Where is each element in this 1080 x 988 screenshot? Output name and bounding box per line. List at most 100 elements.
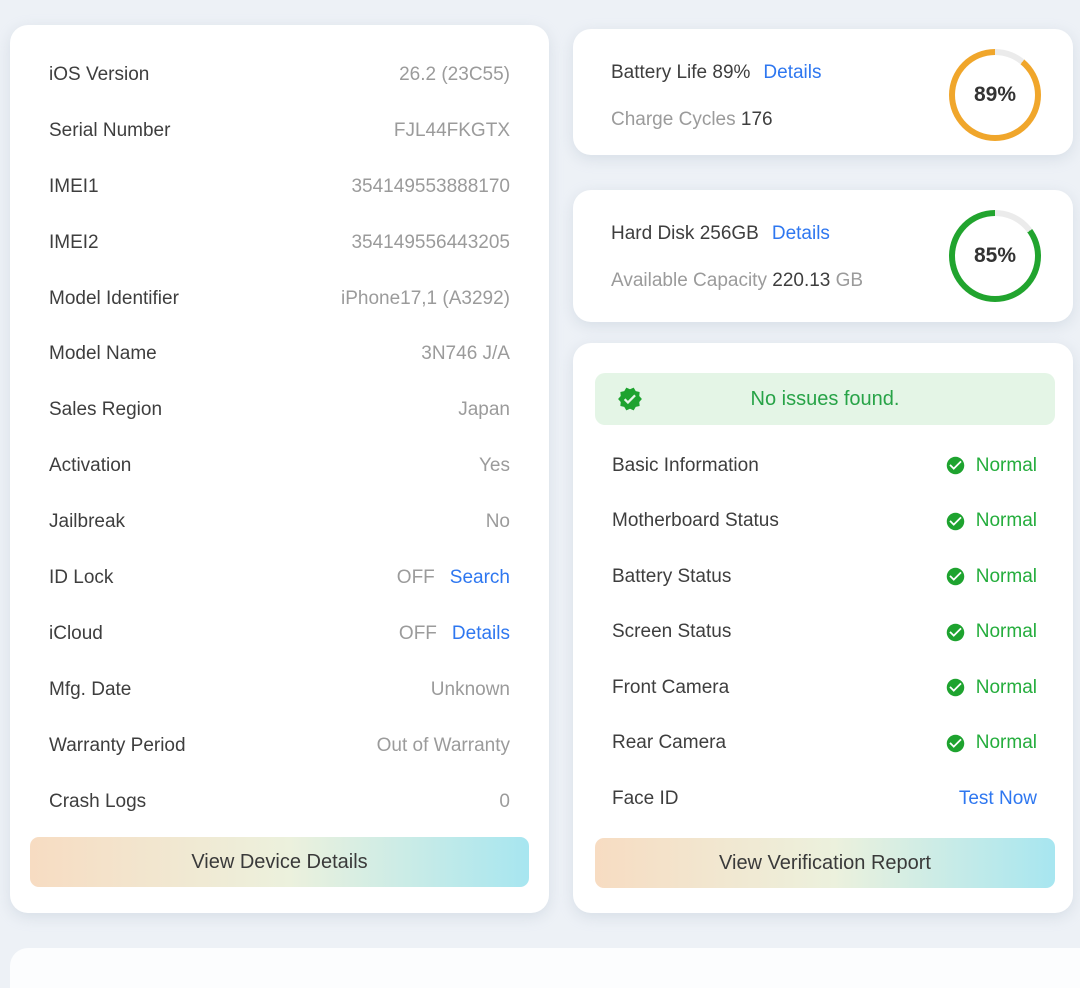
verify-status-text: Normal: [976, 732, 1037, 754]
verify-status-text: Normal: [976, 455, 1037, 477]
check-circle-icon: [945, 511, 966, 532]
verify-row-front-camera: Front Camera Normal: [573, 660, 1073, 716]
disk-ring-label: 85%: [955, 216, 1035, 296]
no-issues-text: No issues found.: [751, 388, 900, 411]
available-capacity-value: 220.13: [772, 270, 830, 291]
info-row-crash-logs: Crash Logs 0: [30, 774, 529, 830]
verify-row-screen-status: Screen Status Normal: [573, 605, 1073, 661]
verify-row-face-id: Face ID Test Now: [573, 771, 1073, 827]
info-label: ID Lock: [49, 567, 113, 589]
disk-ring: 85%: [949, 210, 1041, 302]
id-lock-state: OFF: [397, 567, 435, 589]
hard-disk-label: Hard Disk: [611, 223, 694, 244]
verify-status: Normal: [945, 566, 1037, 588]
verified-badge-icon: [617, 386, 643, 412]
verify-row-motherboard-status: Motherboard Status Normal: [573, 494, 1073, 550]
available-capacity-label: Available Capacity: [611, 270, 767, 291]
verify-status-text: Normal: [976, 677, 1037, 699]
hard-disk-card: Hard Disk 256GB Details Available Capaci…: [573, 190, 1073, 322]
info-row-model-name: Model Name 3N746 J/A: [30, 326, 529, 382]
info-label: Sales Region: [49, 399, 162, 421]
verification-list: Basic Information Normal Motherboard Sta…: [573, 438, 1073, 827]
verify-label: Front Camera: [612, 677, 729, 699]
disk-title: Hard Disk 256GB: [611, 223, 759, 245]
check-circle-icon: [945, 455, 966, 476]
face-id-test-now-link[interactable]: Test Now: [959, 788, 1037, 810]
info-row-warranty-period: Warranty Period Out of Warranty: [30, 718, 529, 774]
verify-label: Face ID: [612, 788, 679, 810]
verify-status: Normal: [945, 621, 1037, 643]
verification-card: No issues found. Basic Information Norma…: [573, 343, 1073, 913]
info-label: IMEI1: [49, 176, 99, 198]
charge-cycles-line: Charge Cycles 176: [611, 109, 773, 131]
verification-report-button-wrap: View Verification Report: [595, 838, 1055, 888]
next-section-panel-edge: [10, 948, 1080, 988]
info-row-model-identifier: Model Identifier iPhone17,1 (A3292): [30, 271, 529, 327]
device-info-panel: iOS Version 26.2 (23C55) Serial Number F…: [10, 25, 549, 913]
check-circle-icon: [945, 566, 966, 587]
device-details-button-wrap: View Device Details: [30, 837, 529, 887]
info-value: FJL44FKGTX: [394, 120, 510, 142]
view-verification-report-button[interactable]: View Verification Report: [595, 838, 1055, 888]
info-value: 354149553888170: [351, 176, 510, 198]
battery-life-value: 89%: [712, 62, 750, 83]
verify-label: Rear Camera: [612, 732, 726, 754]
verify-label: Screen Status: [612, 621, 731, 643]
battery-ring-label: 89%: [955, 55, 1035, 135]
info-value: Japan: [458, 399, 510, 421]
info-value: Unknown: [431, 679, 510, 701]
info-row-id-lock: ID Lock OFF Search: [30, 550, 529, 606]
info-row-mfg-date: Mfg. Date Unknown: [30, 662, 529, 718]
info-row-imei1: IMEI1 354149553888170: [30, 159, 529, 215]
info-value: 0: [499, 791, 510, 813]
verify-label: Motherboard Status: [612, 510, 779, 532]
info-label: Model Identifier: [49, 288, 179, 310]
charge-cycles-value: 176: [741, 109, 773, 130]
info-value: OFF Search: [397, 567, 510, 589]
id-lock-search-link[interactable]: Search: [450, 567, 510, 589]
available-capacity-unit: GB: [836, 270, 863, 291]
check-circle-icon: [945, 622, 966, 643]
battery-life-label: Battery Life: [611, 62, 707, 83]
check-circle-icon: [945, 677, 966, 698]
info-label: IMEI2: [49, 232, 99, 254]
verify-status-text: Normal: [976, 621, 1037, 643]
icloud-state: OFF: [399, 623, 437, 645]
device-info-rows: iOS Version 26.2 (23C55) Serial Number F…: [30, 47, 529, 829]
info-label: Warranty Period: [49, 735, 186, 757]
info-label: Serial Number: [49, 120, 170, 142]
info-row-ios-version: iOS Version 26.2 (23C55): [30, 47, 529, 103]
info-row-activation: Activation Yes: [30, 438, 529, 494]
charge-cycles-label: Charge Cycles: [611, 109, 736, 130]
battery-details-link[interactable]: Details: [763, 62, 821, 84]
verify-status: Normal: [945, 455, 1037, 477]
verify-status: Normal: [945, 510, 1037, 532]
info-row-serial-number: Serial Number FJL44FKGTX: [30, 103, 529, 159]
icloud-details-link[interactable]: Details: [452, 623, 510, 645]
info-value: iPhone17,1 (A3292): [341, 288, 510, 310]
info-row-imei2: IMEI2 354149556443205: [30, 215, 529, 271]
info-label: Model Name: [49, 343, 157, 365]
verify-status-text: Normal: [976, 566, 1037, 588]
info-value: 26.2 (23C55): [399, 64, 510, 86]
info-value: Out of Warranty: [377, 735, 510, 757]
disk-title-line: Hard Disk 256GB Details: [611, 223, 830, 245]
info-value: No: [486, 511, 510, 533]
disk-details-link[interactable]: Details: [772, 223, 830, 245]
verify-status-text: Normal: [976, 510, 1037, 532]
info-row-sales-region: Sales Region Japan: [30, 382, 529, 438]
no-issues-banner: No issues found.: [595, 373, 1055, 425]
info-label: iCloud: [49, 623, 103, 645]
check-circle-icon: [945, 733, 966, 754]
info-label: Activation: [49, 455, 131, 477]
verify-row-battery-status: Battery Status Normal: [573, 549, 1073, 605]
battery-title-line: Battery Life 89% Details: [611, 62, 822, 84]
view-device-details-button[interactable]: View Device Details: [30, 837, 529, 887]
info-value: OFF Details: [399, 623, 510, 645]
verify-status: Normal: [945, 677, 1037, 699]
info-value: 3N746 J/A: [421, 343, 510, 365]
verify-status: Normal: [945, 732, 1037, 754]
hard-disk-size: 256GB: [700, 223, 759, 244]
battery-title: Battery Life 89%: [611, 62, 750, 84]
verify-row-basic-information: Basic Information Normal: [573, 438, 1073, 494]
